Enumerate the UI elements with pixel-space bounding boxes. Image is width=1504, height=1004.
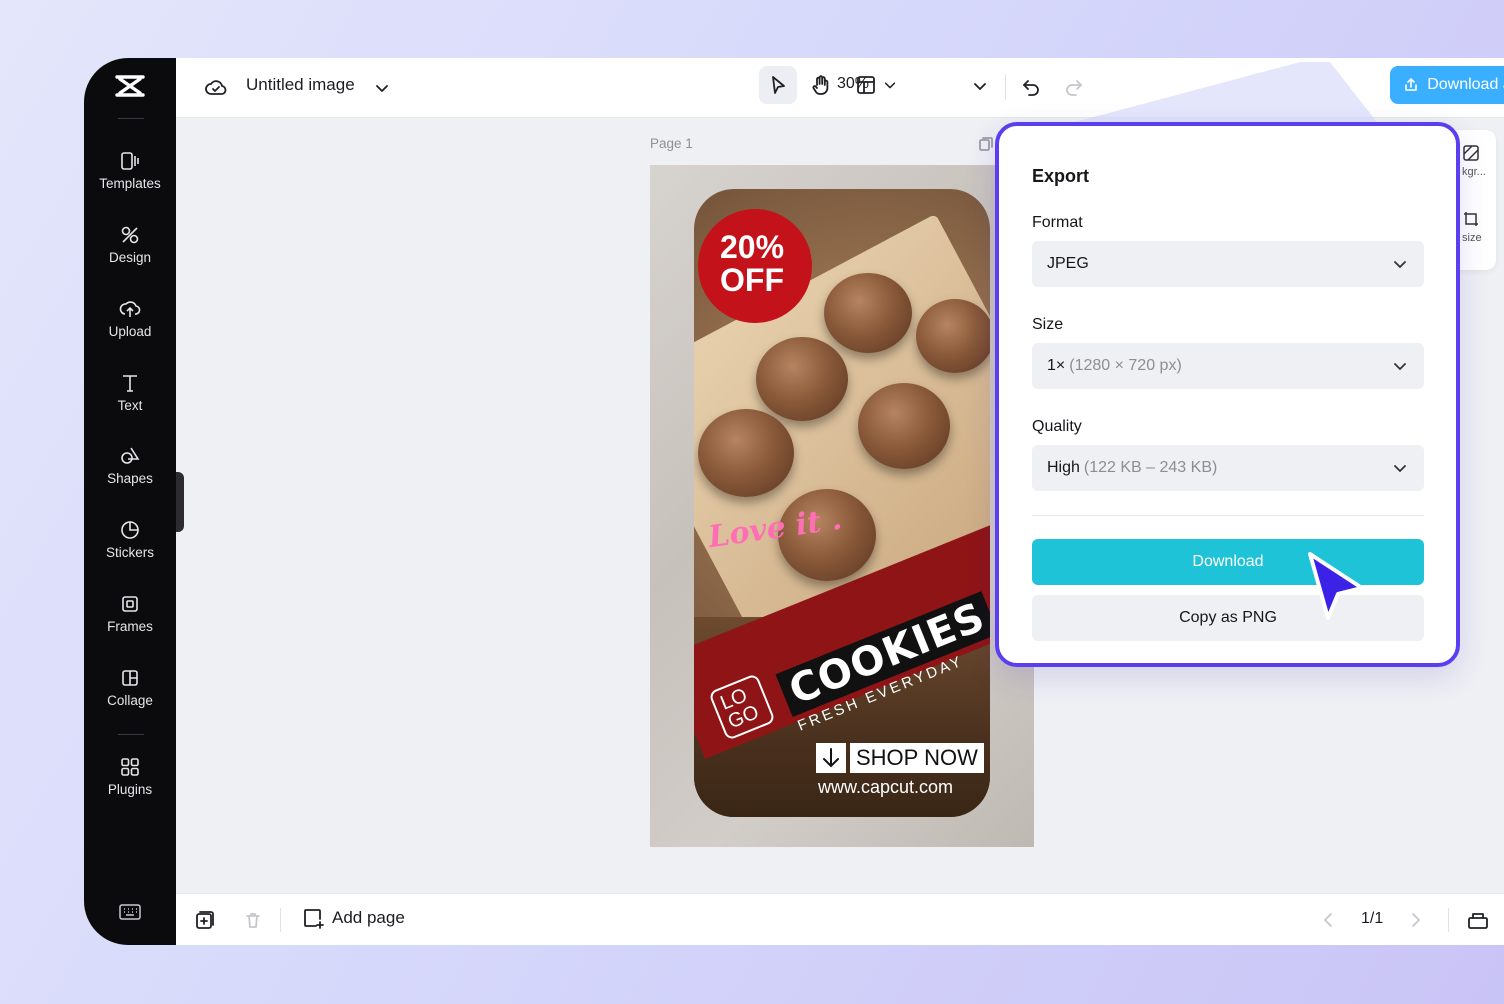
keyboard-icon[interactable] — [119, 903, 141, 921]
popover-pointer — [1060, 62, 1380, 126]
rail-item-templates[interactable]: Templates — [84, 150, 176, 210]
chevron-down-icon — [1394, 363, 1406, 371]
cookie-image — [698, 409, 794, 497]
add-page-button[interactable]: Add page — [302, 907, 405, 929]
previous-page-icon[interactable] — [1318, 910, 1338, 930]
rail-item-stickers[interactable]: Stickers — [84, 519, 176, 579]
shop-now-cta[interactable]: SHOP NOW — [816, 743, 984, 773]
design-page[interactable]: 20% OFF Love it . COOKIES FRESH EVERYDAY… — [650, 165, 1034, 847]
stickers-icon — [121, 521, 139, 539]
mouse-cursor-icon — [1308, 552, 1364, 620]
rail-item-upload[interactable]: Upload — [84, 298, 176, 358]
badge-line1: 20% — [720, 229, 785, 265]
rail-label: Upload — [108, 324, 152, 339]
badge-line2: OFF — [720, 262, 784, 298]
delete-page-icon[interactable] — [242, 909, 264, 931]
cookie-image — [824, 273, 912, 353]
cookie-image — [858, 383, 950, 469]
popover-divider — [1032, 515, 1424, 516]
rail-divider — [118, 734, 144, 735]
rail-collapse-handle[interactable] — [176, 472, 184, 532]
chevron-down-icon — [1394, 465, 1406, 473]
quality-value: High — [1047, 459, 1080, 476]
remove-background-label: kgr... — [1462, 166, 1486, 178]
rail-item-collage[interactable]: Collage — [84, 667, 176, 727]
rail-label: Frames — [107, 619, 153, 634]
size-label: Size — [1032, 316, 1064, 333]
page-manager-icon[interactable] — [1466, 909, 1490, 931]
rail-item-text[interactable]: Text — [84, 372, 176, 432]
resize-icon[interactable] — [1462, 210, 1480, 228]
rail-item-plugins[interactable]: Plugins — [84, 756, 176, 816]
rail-label: Stickers — [105, 545, 154, 560]
discount-badge[interactable]: 20% OFF — [698, 209, 812, 323]
page-label: Page 1 — [650, 136, 693, 151]
download-all-button[interactable]: Download all — [1390, 66, 1504, 104]
rail-label: Shapes — [107, 471, 153, 486]
templates-icon — [121, 152, 139, 170]
collage-icon — [122, 670, 138, 686]
quality-select[interactable]: High (122 KB – 243 KB) — [1032, 445, 1424, 491]
hand-tool-icon[interactable] — [803, 66, 839, 104]
chevron-down-icon — [1394, 261, 1406, 269]
add-page-label: Add page — [332, 908, 405, 927]
quality-detail: (122 KB – 243 KB) — [1083, 459, 1218, 476]
size-select[interactable]: 1× (1280 × 720 px) — [1032, 343, 1424, 389]
rail-label: Text — [117, 398, 143, 413]
bottom-divider — [1448, 908, 1449, 932]
resize-label: size — [1462, 232, 1482, 244]
shop-now-label: SHOP NOW — [850, 743, 984, 773]
upload-icon — [119, 301, 141, 317]
export-icon — [1405, 78, 1417, 91]
bottom-bar: Add page 1/1 — [176, 893, 1504, 945]
document-title[interactable]: Untitled image — [246, 75, 355, 95]
add-element-icon[interactable] — [194, 909, 216, 931]
cookie-image — [916, 299, 990, 373]
rail-label: Design — [108, 250, 152, 265]
next-page-icon[interactable] — [1406, 910, 1426, 930]
cloud-sync-icon[interactable] — [204, 76, 228, 100]
design-card[interactable]: 20% OFF Love it . COOKIES FRESH EVERYDAY… — [694, 189, 990, 817]
rail-label: Templates — [99, 176, 161, 191]
layout-chevron-down-icon[interactable] — [881, 76, 899, 94]
page-duplicate-icon[interactable] — [978, 136, 994, 152]
rail-divider — [118, 118, 144, 119]
export-popover: Export Format JPEG Size 1× (1280 × 720 p… — [995, 122, 1460, 667]
title-chevron-down-icon[interactable] — [372, 78, 392, 98]
shapes-icon — [121, 447, 140, 464]
rail-label: Plugins — [107, 782, 153, 797]
size-detail: (1280 × 720 px) — [1069, 357, 1182, 374]
rail-item-shapes[interactable]: Shapes — [84, 445, 176, 505]
format-select[interactable]: JPEG — [1032, 241, 1424, 287]
quality-label: Quality — [1032, 418, 1082, 435]
add-page-icon — [304, 909, 324, 929]
rail-item-frames[interactable]: Frames — [84, 593, 176, 653]
rail-item-design[interactable]: Design — [84, 224, 176, 284]
text-icon — [123, 375, 137, 392]
rail-label: Collage — [107, 693, 153, 708]
zoom-level[interactable]: 30% — [837, 75, 869, 93]
page-counter: 1/1 — [1361, 910, 1384, 927]
cookie-image — [756, 337, 848, 421]
size-value: 1× — [1047, 357, 1066, 374]
download-all-label: Download all — [1427, 76, 1504, 93]
website-url[interactable]: www.capcut.com — [818, 777, 953, 798]
export-title: Export — [1032, 166, 1090, 186]
remove-background-icon[interactable] — [1462, 144, 1480, 162]
capcut-logo-icon[interactable] — [114, 72, 146, 100]
bottom-divider — [280, 908, 281, 932]
zoom-chevron-down-icon[interactable] — [970, 76, 990, 96]
plugins-icon — [121, 758, 139, 776]
design-icon — [121, 226, 139, 244]
left-rail: Templates Design Upload Text Shapes Stic… — [84, 58, 176, 945]
format-label: Format — [1032, 214, 1083, 231]
frames-icon — [122, 596, 138, 612]
arrow-down-icon — [816, 743, 846, 773]
format-value: JPEG — [1047, 255, 1089, 272]
select-tool-icon[interactable] — [759, 66, 797, 104]
